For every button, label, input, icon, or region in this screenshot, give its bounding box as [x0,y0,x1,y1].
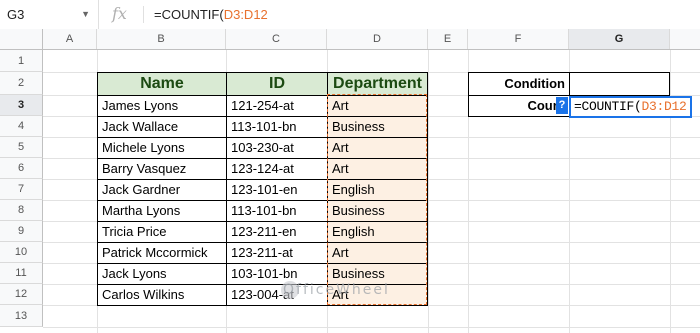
row-header-4[interactable]: 4 [0,116,43,137]
count-label[interactable]: Count [468,95,570,117]
row-header-10[interactable]: 10 [0,242,43,263]
formula-bar: G3 ▼ fx =COUNTIF(D3:D12 [0,0,700,30]
row-header-9[interactable]: 9 [0,221,43,242]
row-header-11[interactable]: 11 [0,263,43,284]
row-header-6[interactable]: 6 [0,158,43,179]
cell-department[interactable]: Business [327,116,428,138]
cell-name[interactable]: Tricia Price [97,221,227,243]
name-box[interactable]: G3 ▼ [0,0,99,29]
cell-department[interactable]: Art [327,158,428,180]
row-header-2[interactable]: 2 [0,72,43,95]
row-header-5[interactable]: 5 [0,137,43,158]
column-header-b[interactable]: B [97,29,226,49]
condition-value[interactable] [569,72,670,96]
cell-name[interactable]: Michele Lyons [97,137,227,159]
cell-department[interactable]: English [327,179,428,201]
row-header-3[interactable]: 3 [0,95,43,116]
formula-help-icon[interactable]: ? [556,97,568,114]
cell-id[interactable]: 123-211-at [226,242,328,264]
editor-prefix: =COUNTIF( [574,99,642,114]
column-header-d[interactable]: D [327,29,428,49]
select-all-corner[interactable] [0,29,43,49]
cell-name[interactable]: Jack Lyons [97,263,227,285]
gridline [428,50,429,333]
fx-icon: fx [112,4,127,23]
formula-input[interactable]: =COUNTIF(D3:D12 [154,0,268,29]
cell-id[interactable]: 113-101-bn [226,116,328,138]
row-header-1[interactable]: 1 [0,50,43,72]
header-name[interactable]: Name [97,72,227,96]
column-header-g[interactable]: G [569,29,670,49]
cell-id[interactable]: 123-211-en [226,221,328,243]
cell-name[interactable]: Carlos Wilkins [97,284,227,306]
gridline [670,50,671,333]
formula-reference: D3:D12 [223,7,268,22]
formula-prefix: =COUNTIF( [154,7,224,22]
row-header-8[interactable]: 8 [0,200,43,221]
cell-department[interactable]: Art [327,137,428,159]
chevron-down-icon[interactable]: ▼ [81,0,90,29]
name-box-value: G3 [7,7,25,22]
cell-name[interactable]: Jack Gardner [97,179,227,201]
column-header-c[interactable]: C [226,29,327,49]
cell-name[interactable]: Martha Lyons [97,200,227,222]
row-header-12[interactable]: 12 [0,284,43,305]
cell-id[interactable]: 103-230-at [226,137,328,159]
header-id[interactable]: ID [226,72,328,96]
column-header-row: A B C D E F G [0,29,700,50]
watermark: OfficeWheel [283,282,390,298]
formula-separator [143,6,144,23]
cell-name[interactable]: Jack Wallace [97,116,227,138]
editor-reference: D3:D12 [641,99,687,114]
gridline [43,327,700,328]
condition-label[interactable]: Condition [468,72,570,96]
header-department[interactable]: Department [327,72,428,96]
cell-id[interactable]: 123-124-at [226,158,328,180]
cell-name[interactable]: Patrick Mccormick [97,242,227,264]
cell-name[interactable]: James Lyons [97,95,227,117]
cell-department[interactable]: English [327,221,428,243]
column-header-e[interactable]: E [428,29,468,49]
cell-department[interactable]: Business [327,200,428,222]
cell-id[interactable]: 123-101-en [226,179,328,201]
column-header-f[interactable]: F [468,29,569,49]
column-header-a[interactable]: A [43,29,97,49]
cell-id[interactable]: 113-101-bn [226,200,328,222]
cell-department[interactable]: Art [327,95,428,117]
cell-department[interactable]: Art [327,242,428,264]
cell-name[interactable]: Barry Vasquez [97,158,227,180]
cell-id[interactable]: 121-254-at [226,95,328,117]
row-header-13[interactable]: 13 [0,305,43,327]
cell-editor[interactable]: =COUNTIF(D3:D12 [569,96,692,118]
row-header-7[interactable]: 7 [0,179,43,200]
